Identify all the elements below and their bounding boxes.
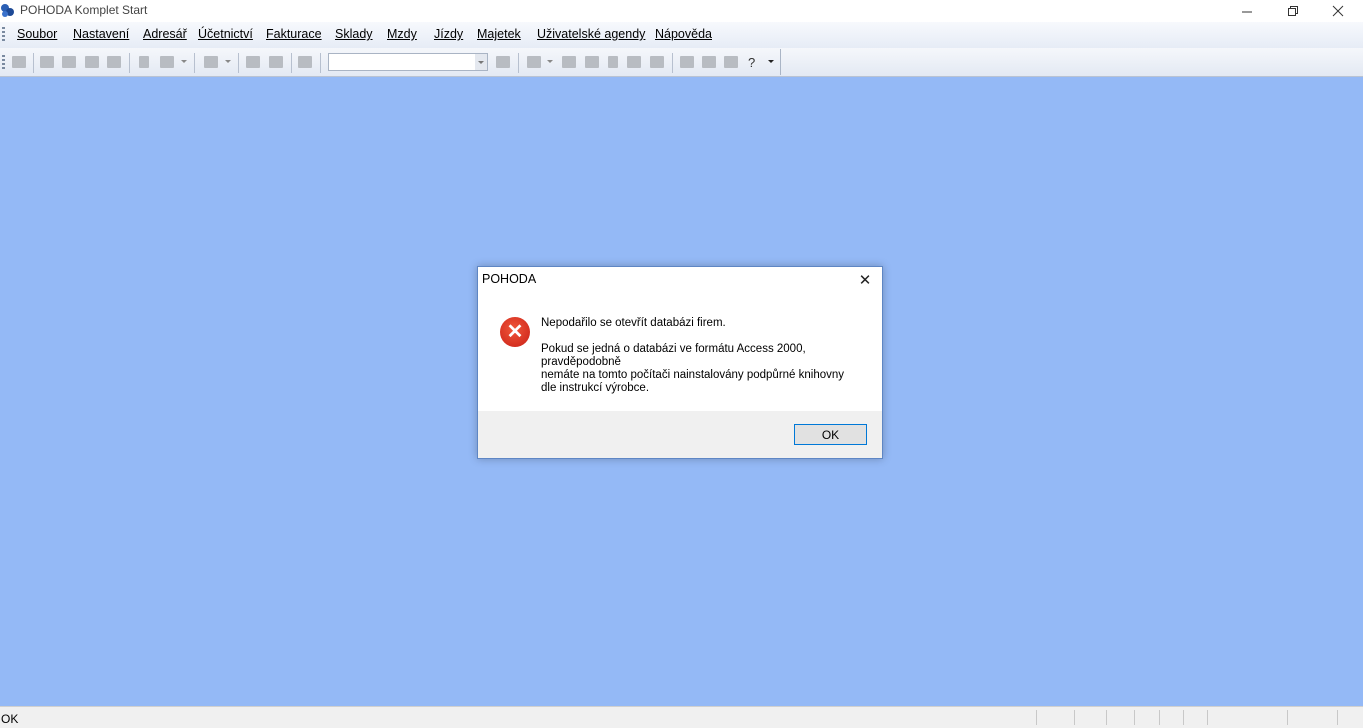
menu-label: Mzdy	[387, 27, 417, 41]
menu-fakturace[interactable]: Fakturace	[266, 27, 322, 41]
dialog-title: POHODA	[482, 272, 537, 286]
calculator-icon[interactable]	[585, 56, 599, 68]
chevron-down-icon[interactable]	[181, 60, 187, 63]
list-view-icon[interactable]	[680, 56, 694, 68]
dialog-close-button[interactable]: ✕	[854, 270, 876, 290]
status-pane-divider	[1207, 710, 1208, 725]
error-icon: ✕	[500, 317, 530, 347]
barcode-icon[interactable]	[650, 56, 664, 68]
error-cross-glyph: ✕	[506, 321, 524, 343]
menu-jizdy[interactable]: Jízdy	[434, 27, 463, 41]
filter-icon[interactable]	[496, 56, 510, 68]
document-icon[interactable]	[608, 56, 618, 68]
back-arrow-icon[interactable]	[204, 56, 218, 68]
eraser-icon[interactable]	[562, 56, 576, 68]
status-pane-divider	[1183, 710, 1184, 725]
close-window-button[interactable]	[1315, 0, 1361, 22]
chart-icon[interactable]	[627, 56, 641, 68]
toolbar-separator	[291, 53, 292, 73]
title-bar: POHODA Komplet Start	[0, 0, 1363, 22]
toolbar-separator	[33, 53, 34, 73]
close-icon	[1332, 5, 1344, 17]
print-icon[interactable]	[62, 56, 76, 68]
filter-combo[interactable]	[328, 53, 488, 71]
menu-label: Adresář	[143, 27, 187, 41]
menu-grip[interactable]	[2, 27, 5, 43]
table-view-icon[interactable]	[702, 56, 716, 68]
open-folder-icon[interactable]	[527, 56, 541, 68]
status-pane-divider	[1134, 710, 1135, 725]
menu-soubor[interactable]: Soubor	[17, 27, 57, 41]
toolbar-separator	[238, 53, 239, 73]
ok-button[interactable]: OK	[794, 424, 867, 445]
minimize-button[interactable]	[1224, 0, 1270, 22]
save-icon[interactable]	[246, 56, 260, 68]
menu-sklady[interactable]: Sklady	[335, 27, 373, 41]
status-bar: OK	[0, 706, 1363, 728]
minimize-icon	[1241, 11, 1252, 12]
duplicate-icon[interactable]	[298, 56, 312, 68]
save-all-icon[interactable]	[269, 56, 283, 68]
restore-button[interactable]	[1270, 0, 1316, 22]
new-record-icon[interactable]	[139, 56, 149, 68]
restore-icon	[1287, 5, 1298, 16]
menu-label: Fakturace	[266, 27, 322, 41]
menu-ucetnictvi[interactable]: Účetnictví	[198, 27, 253, 41]
copy-records-icon[interactable]	[40, 56, 54, 68]
menu-majetek[interactable]: Majetek	[477, 27, 521, 41]
status-text: OK	[1, 712, 19, 726]
edit-record-icon[interactable]	[160, 56, 174, 68]
toolbar-separator	[194, 53, 195, 73]
menu-label: Jízdy	[434, 27, 464, 41]
print-preview-icon[interactable]	[85, 56, 99, 68]
dialog-footer: OK	[478, 411, 882, 458]
menu-uzivatelske-agendy[interactable]: Uživatelské agendy	[537, 27, 645, 41]
menu-mzdy[interactable]: Mzdy	[387, 27, 417, 41]
menu-napoveda[interactable]: Nápověda	[655, 27, 712, 41]
status-pane-divider	[1036, 710, 1037, 725]
toolbar-separator	[672, 53, 673, 73]
toolbar-separator	[518, 53, 519, 73]
toolbar-panel: ?	[0, 49, 781, 75]
toolbar-grip[interactable]	[2, 55, 5, 71]
menu-label: Nastavení	[73, 27, 130, 41]
dialog-message: Nepodařilo se otevřít databázi firem. Po…	[541, 317, 845, 394]
toolbar-separator	[129, 53, 130, 73]
exit-agenda-icon[interactable]	[12, 56, 26, 68]
toolbar-separator	[320, 53, 321, 73]
menu-label: Nápověda	[655, 27, 712, 41]
menu-nastaveni[interactable]: Nastavení	[73, 27, 129, 41]
toolbar: ?	[0, 48, 1363, 77]
status-pane-divider	[1106, 710, 1107, 725]
menu-adresar[interactable]: Adresář	[143, 27, 187, 41]
menu-label: Sklady	[335, 27, 373, 41]
menu-label: Uživatelské agendy	[537, 27, 646, 41]
pohoda-app-icon	[1, 4, 14, 17]
menu-label: Majetek	[477, 27, 521, 41]
error-dialog: POHODA ✕ ✕ Nepodařilo se otevřít databáz…	[477, 266, 883, 459]
menu-label: Účetnictví	[198, 27, 253, 41]
menu-bar: Soubor Nastavení Adresář Účetnictví Fakt…	[0, 22, 1363, 49]
chevron-down-icon[interactable]	[768, 60, 774, 63]
chevron-down-icon[interactable]	[547, 60, 553, 63]
status-pane-divider	[1337, 710, 1338, 725]
help-pointer-icon[interactable]: ?	[748, 55, 755, 70]
window-title: POHODA Komplet Start	[20, 3, 148, 17]
status-pane-divider	[1074, 710, 1075, 725]
chevron-down-icon[interactable]	[225, 60, 231, 63]
form-view-icon[interactable]	[724, 56, 738, 68]
close-icon: ✕	[858, 272, 872, 289]
status-pane-divider	[1159, 710, 1160, 725]
menu-label: Soubor	[17, 27, 58, 41]
print-setup-icon[interactable]	[107, 56, 121, 68]
status-pane-divider	[1287, 710, 1288, 725]
combo-dropdown-icon[interactable]	[475, 54, 487, 70]
